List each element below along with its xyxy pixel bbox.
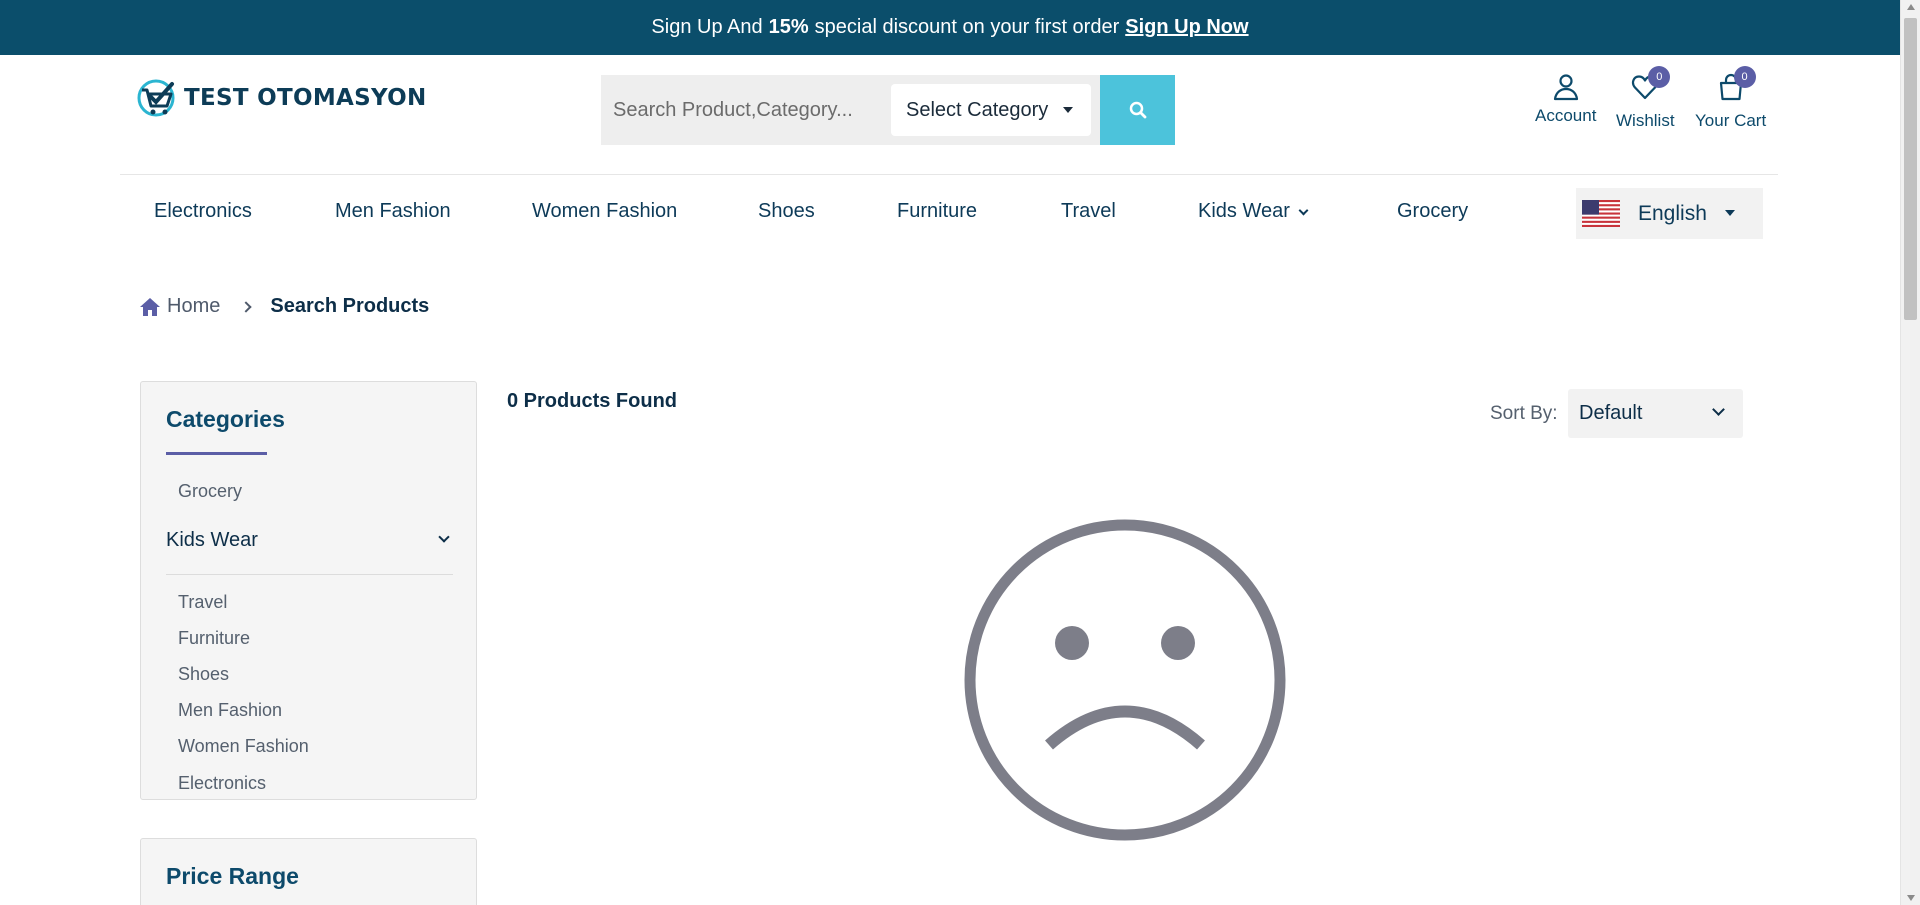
nav-kids-wear[interactable]: Kids Wear	[1198, 200, 1309, 223]
wishlist-label: Wishlist	[1616, 111, 1675, 130]
nav-grocery[interactable]: Grocery	[1397, 200, 1468, 223]
search-icon	[1129, 101, 1146, 119]
user-icon	[1553, 74, 1578, 101]
nav-travel[interactable]: Travel	[1061, 200, 1116, 223]
breadcrumb: Home Search Products	[139, 295, 429, 318]
wishlist-icon-wrap: 0	[1630, 66, 1671, 111]
search-bar: Select Category	[601, 75, 1175, 145]
cart-link[interactable]: 0 Your Cart	[1695, 66, 1767, 131]
language-value: English	[1638, 201, 1707, 225]
category-select[interactable]: Select Category	[891, 84, 1091, 136]
search-button[interactable]	[1100, 75, 1175, 145]
category-furniture[interactable]: Furniture	[178, 628, 250, 649]
sad-face-icon	[964, 519, 1286, 841]
nav-electronics[interactable]: Electronics	[154, 200, 252, 223]
title-underline	[166, 452, 267, 455]
nav-kids-wear-label: Kids Wear	[1198, 200, 1290, 222]
nav-shoes[interactable]: Shoes	[758, 200, 815, 223]
category-kids-wear-label: Kids Wear	[166, 529, 258, 551]
scroll-down-arrow-icon[interactable]	[1907, 895, 1915, 901]
announcement-text: special discount on your first order	[814, 16, 1120, 38]
category-travel[interactable]: Travel	[178, 592, 227, 613]
categories-title: Categories	[166, 406, 285, 432]
announcement-bar: Sign Up And 15% special discount on your…	[0, 0, 1900, 55]
announcement-discount: 15%	[768, 16, 809, 38]
account-link[interactable]: Account	[1535, 72, 1596, 126]
category-divider	[166, 574, 453, 575]
logo-text: TEST OTOMASYON	[184, 85, 427, 111]
chevron-right-icon	[240, 300, 253, 313]
sort-select[interactable]: Default	[1568, 389, 1743, 438]
caret-down-icon	[1063, 107, 1073, 113]
category-shoes[interactable]: Shoes	[178, 664, 229, 685]
sort-select-value: Default	[1579, 402, 1643, 424]
category-kids-wear[interactable]: Kids Wear	[166, 529, 454, 552]
cart-label: Your Cart	[1695, 111, 1767, 130]
breadcrumb-home-label: Home	[167, 295, 221, 317]
wishlist-link[interactable]: 0 Wishlist	[1616, 66, 1675, 131]
category-electronics[interactable]: Electronics	[178, 773, 266, 794]
search-input[interactable]	[601, 75, 881, 145]
products-found-count: 0 Products Found	[507, 390, 677, 412]
scroll-up-arrow-icon[interactable]	[1907, 4, 1915, 10]
us-flag-icon	[1582, 200, 1620, 227]
cart-icon-wrap: 0	[1716, 66, 1756, 111]
account-label: Account	[1535, 106, 1597, 125]
cart-count-badge: 0	[1733, 66, 1756, 88]
chevron-down-icon	[438, 531, 450, 543]
site-logo[interactable]: TEST OTOMASYON	[136, 76, 427, 120]
sign-up-link[interactable]: Sign Up Now	[1125, 16, 1248, 39]
categories-panel: Categories Grocery Kids Wear Travel Furn…	[140, 381, 477, 800]
chevron-down-icon	[1298, 205, 1309, 216]
sort-label: Sort By:	[1490, 403, 1558, 424]
announcement-prefix: Sign Up And	[651, 16, 763, 38]
nav-furniture[interactable]: Furniture	[897, 200, 977, 223]
caret-down-icon	[1725, 210, 1735, 216]
category-select-value: Select Category	[906, 98, 1049, 121]
page-scrollbar[interactable]	[1900, 0, 1920, 905]
wishlist-count-badge: 0	[1648, 66, 1671, 88]
nav-men-fashion[interactable]: Men Fashion	[335, 200, 451, 223]
home-icon	[140, 297, 160, 316]
scroll-thumb[interactable]	[1904, 18, 1917, 320]
nav-women-fashion[interactable]: Women Fashion	[532, 200, 677, 223]
category-men-fashion[interactable]: Men Fashion	[178, 700, 282, 721]
breadcrumb-current: Search Products	[270, 295, 430, 317]
category-grocery[interactable]: Grocery	[178, 481, 242, 502]
price-range-panel: Price Range	[140, 838, 477, 905]
cart-check-logo-icon	[137, 79, 175, 117]
price-range-title: Price Range	[166, 863, 299, 889]
breadcrumb-home[interactable]: Home	[139, 295, 220, 318]
category-women-fashion[interactable]: Women Fashion	[178, 736, 309, 757]
chevron-down-icon	[1712, 403, 1725, 416]
language-select[interactable]: English	[1576, 188, 1763, 239]
header-divider	[120, 174, 1778, 175]
